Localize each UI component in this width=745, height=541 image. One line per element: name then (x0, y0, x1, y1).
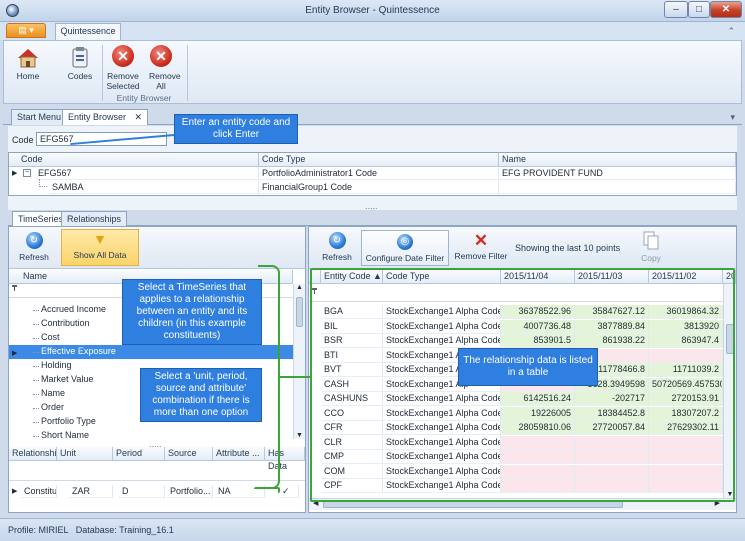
column-header-source[interactable]: Source (165, 447, 213, 461)
refresh-icon: ↻ (25, 232, 43, 249)
tab-entity-browser-label: Entity Browser (68, 112, 127, 122)
configure-date-filter-button[interactable]: ◎ Configure Date Filter (361, 230, 449, 266)
home-icon (18, 49, 38, 68)
home-label: Home (16, 71, 40, 81)
configure-date-filter-label: Configure Date Filter (365, 253, 445, 263)
column-header-name[interactable]: Name (499, 153, 736, 167)
row-indicator-icon: ▶ (12, 170, 18, 177)
left-toolbar (9, 227, 305, 269)
remove-selected-button[interactable]: ✕ Remove Selected (105, 45, 141, 91)
timeseries-scrollbar[interactable]: ▲ ▼ (293, 284, 305, 439)
callout-select-timeseries: Select a TimeSeries that applies to a re… (122, 279, 262, 345)
tab-quintessence[interactable]: Quintessence (55, 23, 121, 40)
column-header-unit[interactable]: Unit (57, 447, 113, 461)
remove-all-label: Remove All (149, 71, 181, 91)
collapse-tree-icon[interactable]: − (23, 169, 31, 177)
callout-relationship-table: The relationship data is listed in a tab… (458, 348, 598, 386)
table-row-code-type[interactable]: FinancialGroup1 Code (259, 181, 499, 194)
splitter-handle[interactable]: ..... (365, 201, 378, 211)
remove-all-icon: ✕ (150, 45, 172, 67)
copy-icon (643, 231, 659, 250)
ribbon-separator (102, 45, 103, 101)
show-all-data-button[interactable]: ▼ Show All Data (61, 229, 139, 266)
show-all-data-label: Show All Data (73, 250, 127, 260)
status-profile: MIRIEL (38, 525, 69, 535)
filter-icon: ▼ (93, 231, 107, 247)
copy-button[interactable]: Copy (631, 231, 671, 263)
row-indicator-icon: ▶ (12, 488, 18, 495)
table-row-name[interactable] (499, 181, 736, 194)
ribbon-collapse-icon[interactable]: ⌃ (727, 26, 735, 37)
callout-enter-entity: Enter an entity code and click Enter (174, 114, 298, 144)
code-input[interactable]: EFG567 (36, 132, 167, 146)
codes-button[interactable]: Codes (64, 47, 96, 81)
column-header-code[interactable]: Code (9, 153, 259, 167)
tab-entity-browser[interactable]: Entity Browser ✕ (62, 109, 149, 125)
remove-icon: ✕ (112, 45, 134, 67)
remove-all-button[interactable]: ✕ Remove All (144, 45, 181, 91)
refresh-button[interactable]: ↻ Refresh (15, 232, 53, 262)
title-bar: Entity Browser - Quintessence – □ ✕ (0, 0, 745, 22)
codes-icon (72, 47, 88, 68)
rel-cell-period[interactable]: D (119, 485, 165, 498)
refresh-label: Refresh (19, 252, 49, 262)
remove-filter-button[interactable]: ✕ Remove Filter (453, 231, 509, 261)
remove-selected-label: Remove Selected (106, 71, 140, 91)
showing-points-text: Showing the last 10 points (515, 243, 621, 253)
table-row-name[interactable]: EFG PROVIDENT FUND (499, 167, 736, 180)
rel-cell-unit[interactable]: ZAR (69, 485, 113, 498)
data-refresh-button[interactable]: ↻ Refresh (317, 232, 357, 262)
status-bar: Profile: MIRIEL Database: Training_16.1 (0, 518, 745, 541)
column-header-relationship[interactable]: Relationship (9, 447, 62, 461)
copy-label: Copy (641, 253, 661, 263)
codes-label: Codes (67, 71, 93, 81)
column-header-code-type[interactable]: Code Type (259, 153, 499, 167)
remove-filter-icon: ✕ (473, 231, 489, 250)
ribbon: Home Codes ✕ Remove Selected ✕ Remove Al… (3, 40, 742, 104)
remove-filter-label: Remove Filter (454, 251, 508, 261)
list-item-selected[interactable]: Effective Exposure (9, 345, 293, 359)
tab-relationships[interactable]: Relationships (61, 211, 128, 226)
settings-icon: ◎ (397, 234, 413, 250)
callout-select-unit: Select a 'unit, period, source and attri… (140, 368, 262, 422)
tab-close-icon[interactable]: ✕ (135, 112, 143, 122)
home-button[interactable]: Home (10, 47, 46, 81)
tree-line (39, 179, 47, 187)
table-row-code[interactable]: SAMBA (49, 181, 259, 194)
data-refresh-label: Refresh (322, 252, 352, 262)
minimize-button[interactable]: – (664, 1, 688, 18)
table-row-code-type[interactable]: PortfolioAdministrator1 Code (259, 167, 499, 180)
column-header-period[interactable]: Period (113, 447, 165, 461)
refresh-icon: ↻ (328, 232, 346, 249)
group-label-entity-browser: Entity Browser (116, 93, 172, 103)
tab-start-menu[interactable]: Start Menu (11, 109, 68, 125)
scrollbar-thumb[interactable] (296, 297, 303, 327)
rel-cell-relationship[interactable]: Constituent (21, 485, 57, 498)
window-title: Entity Browser - Quintessence (305, 5, 440, 16)
status-database-label: Database: (75, 525, 117, 535)
status-profile-label: Profile: (8, 525, 37, 535)
entity-grid: Code Code Type Name ▶ − EFG567 Portfolio… (8, 152, 737, 196)
close-button[interactable]: ✕ (710, 1, 742, 18)
row-indicator-icon: ▶ (12, 350, 18, 357)
has-data-checkbox[interactable]: ✓ (279, 485, 299, 498)
maximize-button[interactable]: □ (688, 1, 710, 18)
ribbon-separator (187, 45, 188, 101)
tab-dropdown-icon[interactable]: ▾ (730, 112, 735, 123)
table-row-code[interactable]: EFG567 (35, 167, 259, 180)
scrollbar-thumb[interactable] (323, 501, 623, 508)
status-database: Training_16.1 (119, 525, 174, 535)
rel-cell-source[interactable]: Portfolio... (167, 485, 213, 498)
code-label: Code (12, 135, 34, 145)
highlight-connector (280, 376, 310, 378)
application-menu-button[interactable]: ▤ ▾ (6, 23, 46, 38)
